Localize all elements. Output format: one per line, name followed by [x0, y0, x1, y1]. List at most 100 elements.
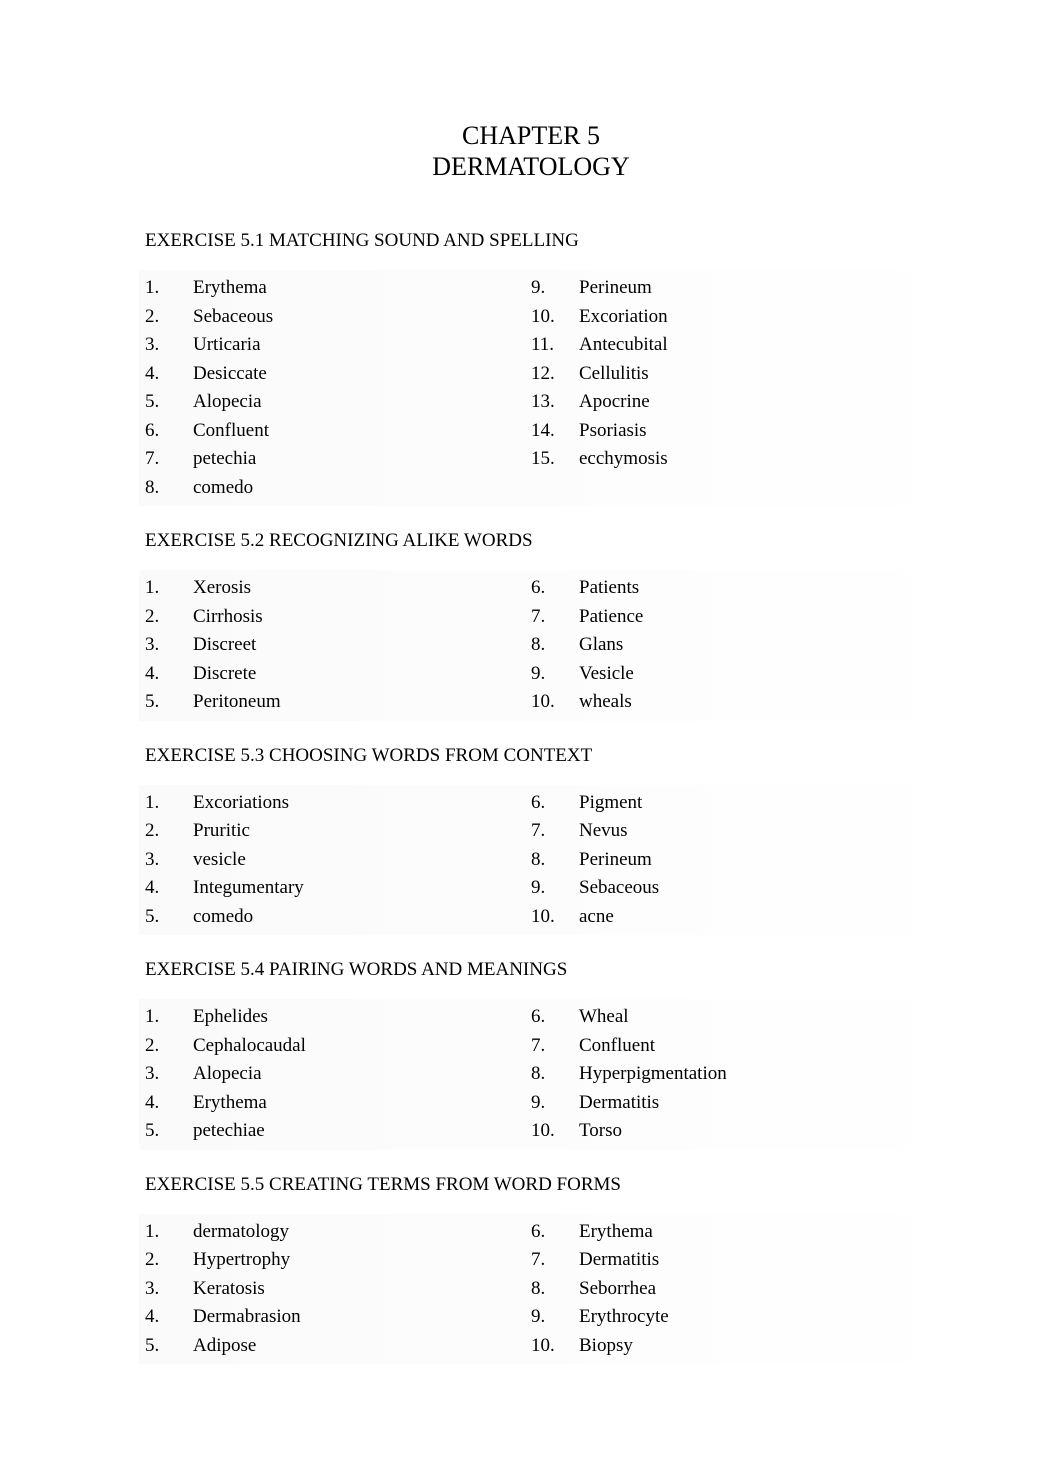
item-number: 7.	[531, 603, 579, 632]
list-item: 9.Erythrocyte	[531, 1303, 917, 1332]
item-number: 4.	[145, 660, 193, 689]
item-number: 7.	[531, 1246, 579, 1275]
exercise-section: EXERCISE 5.5 CREATING TERMS FROM WORD FO…	[145, 1174, 917, 1361]
item-text: Urticaria	[193, 331, 531, 360]
list-item: 13.Apocrine	[531, 388, 917, 417]
exercise-section: EXERCISE 5.2 RECOGNIZING ALIKE WORDS1.Xe…	[145, 530, 917, 717]
item-number: 10.	[531, 903, 579, 932]
list-item: 15.ecchymosis	[531, 445, 917, 474]
item-number: 12.	[531, 360, 579, 389]
item-text: Psoriasis	[579, 417, 917, 446]
list-item: 2.Pruritic	[145, 817, 531, 846]
item-text: petechiae	[193, 1117, 531, 1146]
item-number: 1.	[145, 274, 193, 303]
item-text: Peritoneum	[193, 688, 531, 717]
item-text: vesicle	[193, 846, 531, 875]
exercise-title: EXERCISE 5.4 PAIRING WORDS AND MEANINGS	[145, 959, 917, 981]
item-number: 5.	[145, 903, 193, 932]
item-text: Biopsy	[579, 1332, 917, 1361]
item-number: 2.	[145, 1032, 193, 1061]
item-text: comedo	[193, 903, 531, 932]
chapter-title: DERMATOLOGY	[145, 151, 917, 182]
list-item: 4.Discrete	[145, 660, 531, 689]
exercises-container: EXERCISE 5.1 MATCHING SOUND AND SPELLING…	[145, 230, 917, 1360]
list-item: 7.Dermatitis	[531, 1246, 917, 1275]
list-item: 9.Dermatitis	[531, 1089, 917, 1118]
list-item: 2.Cephalocaudal	[145, 1032, 531, 1061]
item-number: 9.	[531, 660, 579, 689]
item-text: Vesicle	[579, 660, 917, 689]
item-number: 11.	[531, 331, 579, 360]
item-number: 3.	[145, 631, 193, 660]
item-number: 2.	[145, 1246, 193, 1275]
item-text: Integumentary	[193, 874, 531, 903]
list-item: 9.Vesicle	[531, 660, 917, 689]
item-number: 8.	[531, 1060, 579, 1089]
list-item: 14.Psoriasis	[531, 417, 917, 446]
item-text: dermatology	[193, 1218, 531, 1247]
left-column: 1.Erythema2.Sebaceous3.Urticaria4.Desicc…	[145, 274, 531, 502]
item-number: 8.	[531, 631, 579, 660]
item-number: 9.	[531, 274, 579, 303]
item-text: Dermabrasion	[193, 1303, 531, 1332]
item-number: 1.	[145, 1218, 193, 1247]
exercise-section: EXERCISE 5.3 CHOOSING WORDS FROM CONTEXT…	[145, 745, 917, 932]
list-item: 7.Confluent	[531, 1032, 917, 1061]
item-text: Dermatitis	[579, 1246, 917, 1275]
exercise-title: EXERCISE 5.1 MATCHING SOUND AND SPELLING	[145, 230, 917, 252]
item-number: 6.	[531, 1218, 579, 1247]
item-number: 5.	[145, 1117, 193, 1146]
document-page: CHAPTER 5 DERMATOLOGY EXERCISE 5.1 MATCH…	[0, 0, 1062, 1468]
item-text: Wheal	[579, 1003, 917, 1032]
item-text: Excoriation	[579, 303, 917, 332]
list-item: 8.Glans	[531, 631, 917, 660]
exercise-title: EXERCISE 5.3 CHOOSING WORDS FROM CONTEXT	[145, 745, 917, 767]
item-number: 9.	[531, 874, 579, 903]
item-number: 6.	[531, 1003, 579, 1032]
item-number: 8.	[531, 846, 579, 875]
list-item: 10.Biopsy	[531, 1332, 917, 1361]
list-item: 7.Nevus	[531, 817, 917, 846]
item-number: 6.	[531, 574, 579, 603]
item-text: Nevus	[579, 817, 917, 846]
exercise-section: EXERCISE 5.4 PAIRING WORDS AND MEANINGS 1…	[145, 959, 917, 1146]
item-number: 2.	[145, 303, 193, 332]
item-number: 1.	[145, 574, 193, 603]
item-number: 3.	[145, 1060, 193, 1089]
item-text: Discreet	[193, 631, 531, 660]
item-text: Erythema	[579, 1218, 917, 1247]
item-number: 7.	[531, 817, 579, 846]
list-item: 10.Torso	[531, 1117, 917, 1146]
item-text: Alopecia	[193, 388, 531, 417]
list-item: 6.Confluent	[145, 417, 531, 446]
item-text: comedo	[193, 474, 531, 503]
list-item: 8.Hyperpigmentation	[531, 1060, 917, 1089]
right-column: 6.Patients7.Patience8.Glans9.Vesicle10.w…	[531, 574, 917, 717]
list-item: 2.Sebaceous	[145, 303, 531, 332]
item-number: 3.	[145, 846, 193, 875]
item-text: Apocrine	[579, 388, 917, 417]
item-number: 13.	[531, 388, 579, 417]
list-item: 11.Antecubital	[531, 331, 917, 360]
item-number: 5.	[145, 1332, 193, 1361]
item-number: 9.	[531, 1089, 579, 1118]
list-item: 6.Erythema	[531, 1218, 917, 1247]
right-column: 6.Pigment7.Nevus8.Perineum9.Sebaceous10.…	[531, 789, 917, 932]
two-column-list: 1.dermatology2.Hypertrophy3.Keratosis4.D…	[145, 1218, 917, 1361]
item-number: 10.	[531, 303, 579, 332]
item-text: Patience	[579, 603, 917, 632]
item-text: Torso	[579, 1117, 917, 1146]
item-text: Discrete	[193, 660, 531, 689]
list-item: 7.petechia	[145, 445, 531, 474]
item-number: 10.	[531, 688, 579, 717]
left-column: 1.Ephelides2.Cephalocaudal3.Alopecia4.Er…	[145, 1003, 531, 1146]
list-item: 10.acne	[531, 903, 917, 932]
list-item: 3.Discreet	[145, 631, 531, 660]
list-item: 6.Patients	[531, 574, 917, 603]
item-text: Perineum	[579, 846, 917, 875]
item-number: 4.	[145, 360, 193, 389]
two-column-list: 1.Excoriations2.Pruritic3.vesicle4.Integ…	[145, 789, 917, 932]
exercise-title: EXERCISE 5.2 RECOGNIZING ALIKE WORDS	[145, 530, 917, 552]
item-text: Hyperpigmentation	[579, 1060, 917, 1089]
item-number: 8.	[145, 474, 193, 503]
